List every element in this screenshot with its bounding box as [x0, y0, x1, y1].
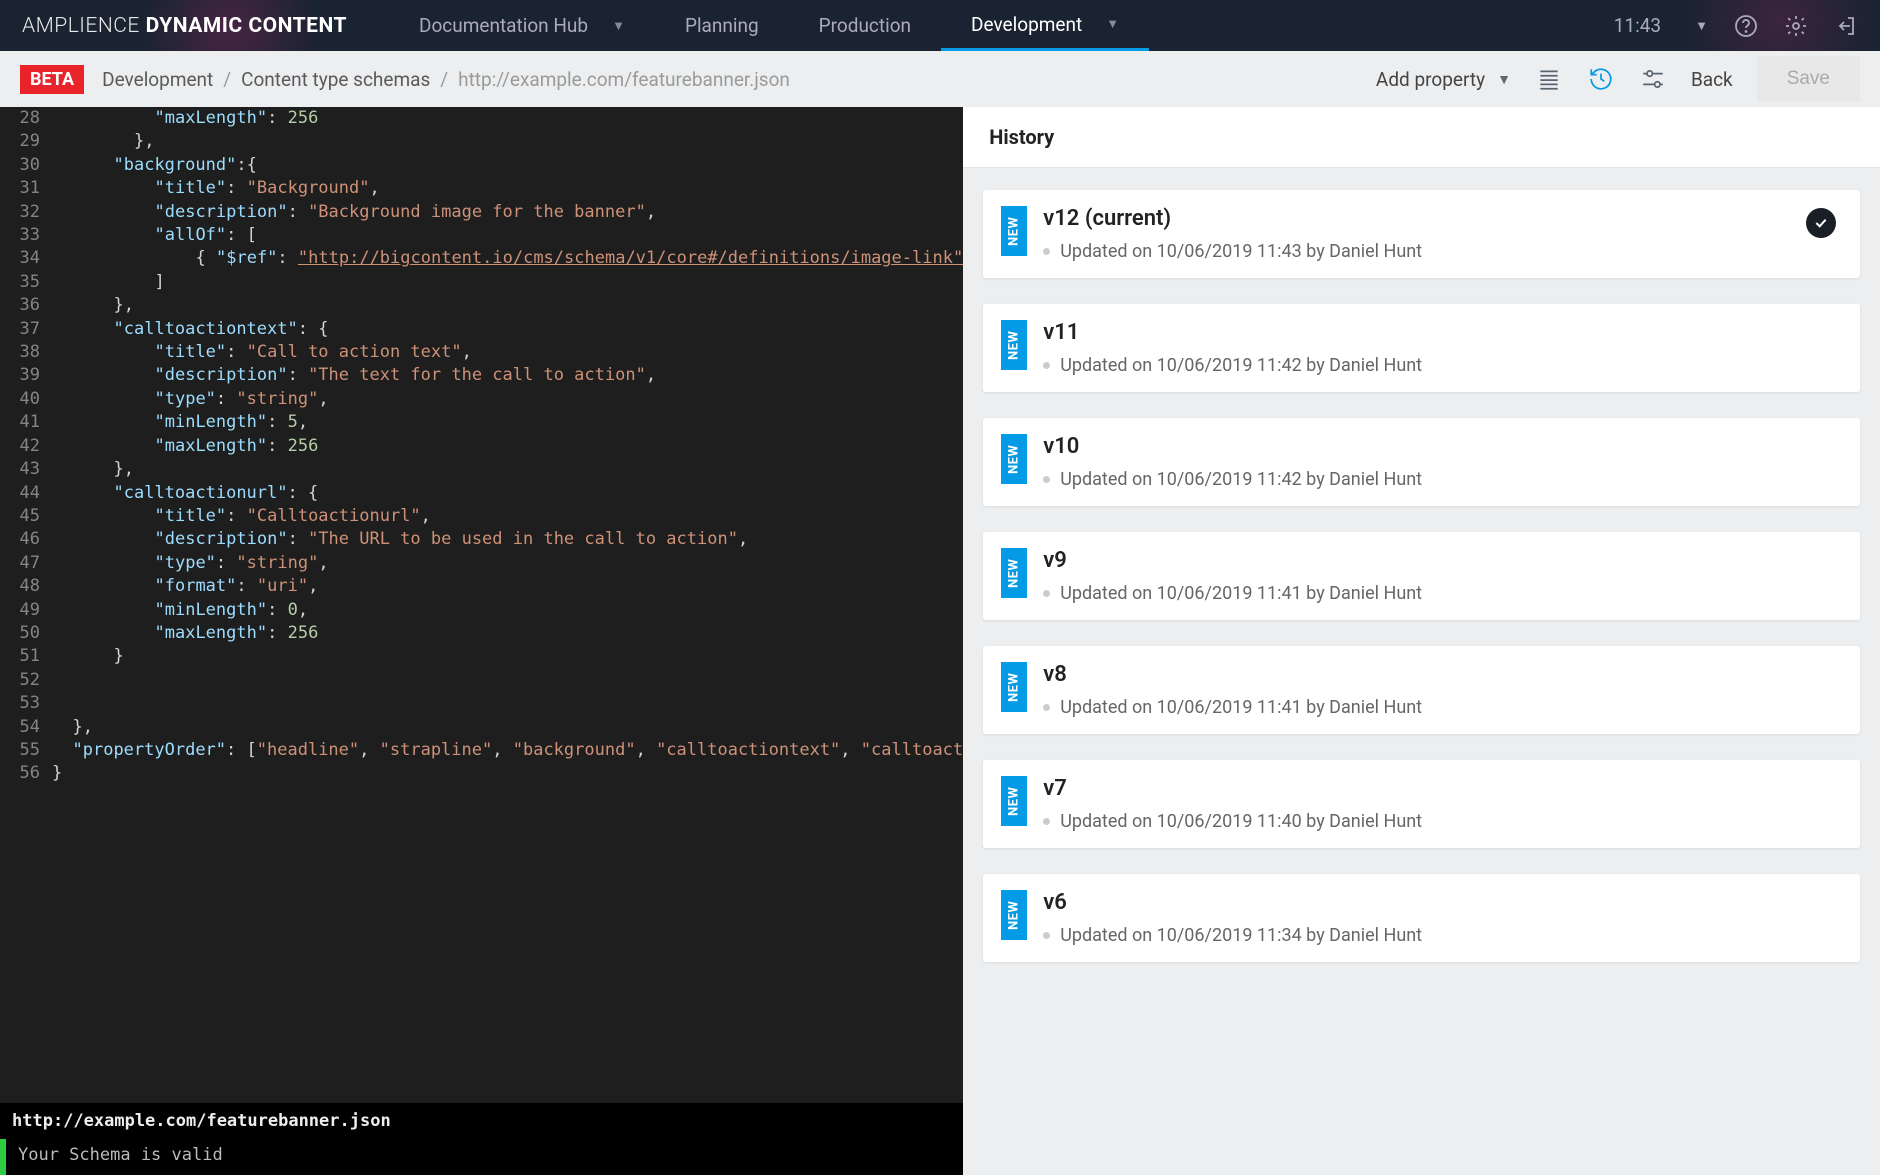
history-version: v11: [1043, 320, 1842, 345]
nav-development[interactable]: Development ▼: [941, 0, 1149, 51]
history-list: NEW v12 (current) Updated on 10/06/2019 …: [963, 168, 1880, 1175]
main-split: 2829303132333435363738394041424344454647…: [0, 107, 1880, 1175]
history-meta: Updated on 10/06/2019 11:40 by Daniel Hu…: [1043, 811, 1842, 832]
meta-dot-icon: [1043, 362, 1050, 369]
history-meta: Updated on 10/06/2019 11:43 by Daniel Hu…: [1043, 241, 1842, 262]
chevron-down-icon: ▼: [1106, 16, 1119, 32]
nav-label: Production: [819, 14, 911, 37]
history-updated: Updated on 10/06/2019 11:41 by Daniel Hu…: [1060, 697, 1422, 718]
status-message: Your Schema is valid: [0, 1139, 963, 1175]
meta-dot-icon: [1043, 476, 1050, 483]
save-button[interactable]: Save: [1757, 56, 1860, 102]
meta-dot-icon: [1043, 248, 1050, 255]
crumb-current: http://example.com/featurebanner.json: [458, 68, 790, 91]
help-icon[interactable]: [1734, 14, 1758, 38]
meta-dot-icon: [1043, 590, 1050, 597]
clock-time: 11:43: [1614, 14, 1661, 37]
meta-dot-icon: [1043, 704, 1050, 711]
history-meta: Updated on 10/06/2019 11:42 by Daniel Hu…: [1043, 469, 1842, 490]
subbar-actions: Add property ▼ Back Save: [1376, 56, 1860, 102]
new-badge: NEW: [1001, 320, 1027, 370]
new-badge: NEW: [1001, 776, 1027, 826]
history-version: v10: [1043, 434, 1842, 459]
history-card[interactable]: NEW v11 Updated on 10/06/2019 11:42 by D…: [983, 304, 1860, 392]
history-version: v7: [1043, 776, 1842, 801]
history-panel: History NEW v12 (current) Updated on 10/…: [963, 107, 1880, 1175]
history-updated: Updated on 10/06/2019 11:34 by Daniel Hu…: [1060, 925, 1422, 946]
sliders-icon[interactable]: [1639, 65, 1667, 93]
crumb-development[interactable]: Development: [102, 68, 213, 91]
header-right: 11:43 ▼: [1614, 14, 1880, 38]
history-version: v12 (current): [1043, 206, 1842, 231]
new-badge: NEW: [1001, 206, 1027, 256]
logout-icon[interactable]: [1834, 14, 1858, 38]
brand-logo: AMPLIENCE DYNAMIC CONTENT: [0, 14, 369, 38]
history-updated: Updated on 10/06/2019 11:40 by Daniel Hu…: [1060, 811, 1422, 832]
chevron-down-icon: ▼: [1497, 71, 1511, 88]
beta-badge: BETA: [20, 65, 84, 94]
nav-planning[interactable]: Planning: [655, 0, 789, 51]
line-gutter: 2829303132333435363738394041424344454647…: [0, 107, 52, 1103]
brand-light: AMPLIENCE: [22, 14, 140, 38]
history-card[interactable]: NEW v9 Updated on 10/06/2019 11:41 by Da…: [983, 532, 1860, 620]
nav-production[interactable]: Production: [789, 0, 941, 51]
current-check-icon: [1806, 208, 1836, 238]
history-version: v8: [1043, 662, 1842, 687]
history-updated: Updated on 10/06/2019 11:41 by Daniel Hu…: [1060, 583, 1422, 604]
history-card[interactable]: NEW v7 Updated on 10/06/2019 11:40 by Da…: [983, 760, 1860, 848]
app-header: AMPLIENCE DYNAMIC CONTENT Documentation …: [0, 0, 1880, 51]
new-badge: NEW: [1001, 662, 1027, 712]
history-updated: Updated on 10/06/2019 11:42 by Daniel Hu…: [1060, 355, 1422, 376]
history-card[interactable]: NEW v6 Updated on 10/06/2019 11:34 by Da…: [983, 874, 1860, 962]
history-updated: Updated on 10/06/2019 11:43 by Daniel Hu…: [1060, 241, 1422, 262]
status-bar: http://example.com/featurebanner.json Yo…: [0, 1103, 963, 1175]
history-version: v6: [1043, 890, 1842, 915]
history-meta: Updated on 10/06/2019 11:34 by Daniel Hu…: [1043, 925, 1842, 946]
rows-icon[interactable]: [1535, 65, 1563, 93]
meta-dot-icon: [1043, 818, 1050, 825]
crumb-schemas[interactable]: Content type schemas: [241, 68, 430, 91]
settings-icon[interactable]: [1784, 14, 1808, 38]
history-card[interactable]: NEW v8 Updated on 10/06/2019 11:41 by Da…: [983, 646, 1860, 734]
header-nav: Documentation Hub ▼ Planning Production …: [389, 0, 1149, 51]
crumb-separator: /: [223, 68, 231, 91]
nav-label: Planning: [685, 14, 759, 37]
back-button[interactable]: Back: [1691, 68, 1733, 91]
nav-label: Development: [971, 13, 1082, 36]
nav-documentation-hub[interactable]: Documentation Hub ▼: [389, 0, 655, 51]
meta-dot-icon: [1043, 932, 1050, 939]
chevron-down-icon[interactable]: ▼: [1695, 18, 1708, 34]
history-header: History: [963, 107, 1880, 168]
history-icon[interactable]: [1587, 65, 1615, 93]
nav-label: Documentation Hub: [419, 14, 588, 37]
crumb-separator: /: [440, 68, 448, 91]
chevron-down-icon: ▼: [612, 18, 625, 34]
history-version: v9: [1043, 548, 1842, 573]
history-meta: Updated on 10/06/2019 11:42 by Daniel Hu…: [1043, 355, 1842, 376]
editor-pane: 2829303132333435363738394041424344454647…: [0, 107, 963, 1175]
history-card[interactable]: NEW v12 (current) Updated on 10/06/2019 …: [983, 190, 1860, 278]
status-path: http://example.com/featurebanner.json: [0, 1103, 963, 1139]
new-badge: NEW: [1001, 434, 1027, 484]
breadcrumb-toolbar: BETA Development / Content type schemas …: [0, 51, 1880, 107]
code-content[interactable]: "maxLength": 256 }, "background":{ "titl…: [52, 107, 963, 1103]
history-meta: Updated on 10/06/2019 11:41 by Daniel Hu…: [1043, 583, 1842, 604]
history-card[interactable]: NEW v10 Updated on 10/06/2019 11:42 by D…: [983, 418, 1860, 506]
new-badge: NEW: [1001, 548, 1027, 598]
brand-bold: DYNAMIC CONTENT: [146, 14, 347, 38]
history-updated: Updated on 10/06/2019 11:42 by Daniel Hu…: [1060, 469, 1422, 490]
code-editor[interactable]: 2829303132333435363738394041424344454647…: [0, 107, 963, 1103]
history-meta: Updated on 10/06/2019 11:41 by Daniel Hu…: [1043, 697, 1842, 718]
add-property-button[interactable]: Add property ▼: [1376, 68, 1511, 91]
new-badge: NEW: [1001, 890, 1027, 940]
add-property-label: Add property: [1376, 68, 1485, 91]
